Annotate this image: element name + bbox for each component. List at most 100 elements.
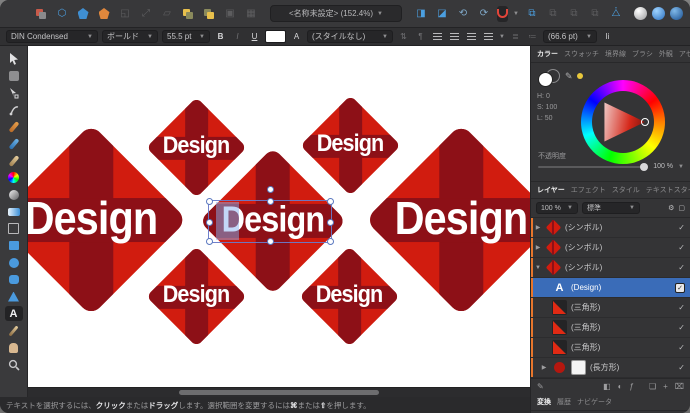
layer-visibility-check[interactable]: ✓ <box>678 323 685 332</box>
paint-brush-tool-icon[interactable] <box>5 153 23 168</box>
layer-expander-icon[interactable]: ▶ <box>534 224 542 231</box>
studio-tab-1[interactable]: カラー <box>537 49 558 59</box>
align-center-button[interactable] <box>448 30 461 43</box>
toolbar-round-icon-1[interactable] <box>633 7 647 20</box>
layer-visibility-check[interactable]: ✓ <box>678 303 685 312</box>
boolean-divide-icon[interactable]: ⧊ <box>608 6 624 22</box>
design-text[interactable]: Design <box>395 191 529 245</box>
designer-persona-icon[interactable] <box>75 6 91 22</box>
layer-row[interactable]: (三角形) ✓ <box>531 338 690 358</box>
toolbar-round-icon-3[interactable] <box>669 7 683 20</box>
flip-horizontal-icon[interactable]: ◨ <box>413 6 429 22</box>
rotate-cw-icon[interactable]: ⟳ <box>476 6 492 22</box>
layer-visibility-check[interactable]: ✓ <box>678 263 685 272</box>
layer-select-tool-icon[interactable] <box>5 68 23 83</box>
layer-row[interactable]: ▶ (シンボル) ✓ <box>531 218 690 238</box>
adjustment-layer-icon[interactable]: ◐ <box>618 382 623 391</box>
layer-expander-icon[interactable]: ▶ <box>534 244 542 251</box>
align-justify-button[interactable] <box>482 30 495 43</box>
opacity-slider[interactable] <box>538 162 649 171</box>
group-icon[interactable]: ▣ <box>222 6 238 22</box>
underline-button[interactable]: U <box>248 30 261 43</box>
text-style-dropdown[interactable]: (スタイルなし) ▼ <box>307 30 393 43</box>
transparency-tool-icon[interactable] <box>5 187 23 202</box>
ligature-button[interactable]: li <box>601 30 614 43</box>
text-fill-color-swatch[interactable] <box>265 30 286 43</box>
design-text[interactable]: Design <box>317 130 385 158</box>
layer-expander-icon[interactable]: ▼ <box>534 265 542 271</box>
style-picker-tool-icon[interactable] <box>5 323 23 338</box>
boolean-subtract-icon[interactable]: ⧉ <box>545 6 561 22</box>
move-tool-icon[interactable] <box>5 51 23 66</box>
diamond-left-large[interactable]: Design <box>28 123 188 317</box>
transform-shear-icon[interactable]: ▱ <box>159 6 175 22</box>
snapping-options-chevron-icon[interactable]: ▼ <box>513 11 519 17</box>
font-family-dropdown[interactable]: DIN Condensed ▼ <box>6 30 98 43</box>
italic-button[interactable]: I <box>231 30 244 43</box>
rectangle-tool-icon[interactable] <box>5 238 23 253</box>
selection-handle[interactable] <box>267 238 274 245</box>
document-canvas[interactable]: Design Design Design Design Design Design Desi… <box>28 46 530 387</box>
transform-tab-2[interactable]: 履歴 <box>557 397 571 407</box>
arrange-backward-icon[interactable] <box>201 6 217 22</box>
text-selection-box[interactable] <box>206 186 334 245</box>
layer-row[interactable]: ▶ (長方形) ✓ <box>531 358 690 378</box>
fill-tool-icon[interactable] <box>5 204 23 219</box>
chevron-down-icon[interactable]: ▼ <box>678 164 684 170</box>
color-selector-dot[interactable] <box>641 118 649 126</box>
add-layer-icon[interactable]: + <box>663 382 668 391</box>
share-icon[interactable]: ⬡ <box>54 6 70 22</box>
edit-all-layers-icon[interactable]: ✎ <box>537 382 544 391</box>
font-size-field[interactable]: 55.5 pt ▼ <box>162 30 210 43</box>
studio-tab-5[interactable]: 外観 <box>659 49 673 59</box>
leading-dropdown[interactable]: (66.6 pt) ▼ <box>542 30 597 43</box>
crop-tool-icon[interactable] <box>5 221 23 236</box>
hand-tool-icon[interactable] <box>5 340 23 355</box>
font-weight-dropdown[interactable]: ボールド ▼ <box>102 30 158 43</box>
ellipse-tool-icon[interactable] <box>5 255 23 270</box>
layer-row[interactable]: (三角形) ✓ <box>531 298 690 318</box>
diamond-top-right[interactable]: Design <box>299 94 401 196</box>
transform-tab-1[interactable]: 変換 <box>537 397 551 407</box>
rotate-ccw-icon[interactable]: ⟲ <box>455 6 471 22</box>
layer-row[interactable]: (三角形) ✓ <box>531 318 690 338</box>
rounded-rectangle-tool-icon[interactable] <box>5 272 23 287</box>
snapping-toggle-button[interactable] <box>497 5 508 22</box>
rotation-handle[interactable] <box>267 186 274 193</box>
layer-opacity-dropdown[interactable]: 100 % ▼ <box>536 202 578 214</box>
triangle-tool-icon[interactable] <box>5 289 23 304</box>
bold-button[interactable]: B <box>214 30 227 43</box>
boolean-xor-icon[interactable]: ⧉ <box>587 6 603 22</box>
transform-rotate-icon[interactable]: ◱ <box>117 6 133 22</box>
boolean-add-icon[interactable]: ⧉ <box>524 6 540 22</box>
selection-handle[interactable] <box>327 238 334 245</box>
layers-tab-3[interactable]: スタイル <box>612 185 640 195</box>
document-switcher-dropdown[interactable]: <名称未設定> (152.4%) ▼ <box>270 5 402 22</box>
layer-row[interactable]: ▼ (シンボル) ✓ <box>531 258 690 278</box>
transform-scale-icon[interactable]: ⤢ <box>138 6 154 22</box>
lock-icon[interactable]: ▢ <box>678 204 685 212</box>
numbered-list-icon[interactable]: ≔ <box>526 30 539 43</box>
selection-handle[interactable] <box>327 198 334 205</box>
layer-effects-icon[interactable]: ƒ <box>629 382 633 391</box>
layer-row[interactable]: ▶ (シンボル) ✓ <box>531 238 690 258</box>
transform-tab-3[interactable]: ナビゲータ <box>577 397 612 407</box>
pen-tool-icon[interactable] <box>5 102 23 117</box>
layers-tab-1[interactable]: レイヤー <box>537 185 565 195</box>
node-tool-icon[interactable] <box>5 85 23 100</box>
layer-visibility-check[interactable]: ✓ <box>675 282 685 293</box>
studio-tab-2[interactable]: スウォッチ <box>564 49 599 59</box>
fill-color-circle[interactable] <box>538 72 553 87</box>
design-text[interactable]: Design <box>28 191 158 245</box>
alignment-options-chevron-icon[interactable]: ▼ <box>499 34 505 40</box>
align-right-button[interactable] <box>465 30 478 43</box>
layer-visibility-check[interactable]: ✓ <box>678 363 685 372</box>
layer-visibility-check[interactable]: ✓ <box>678 243 685 252</box>
zoom-tool-icon[interactable] <box>5 357 23 372</box>
group-layers-icon[interactable]: ❏ <box>649 382 656 391</box>
export-persona-icon[interactable] <box>96 6 112 22</box>
flip-vertical-icon[interactable]: ◪ <box>434 6 450 22</box>
layer-visibility-check[interactable]: ✓ <box>678 223 685 232</box>
remove-layer-icon[interactable]: ⌧ <box>675 382 684 391</box>
opacity-slider-knob[interactable] <box>640 162 649 171</box>
